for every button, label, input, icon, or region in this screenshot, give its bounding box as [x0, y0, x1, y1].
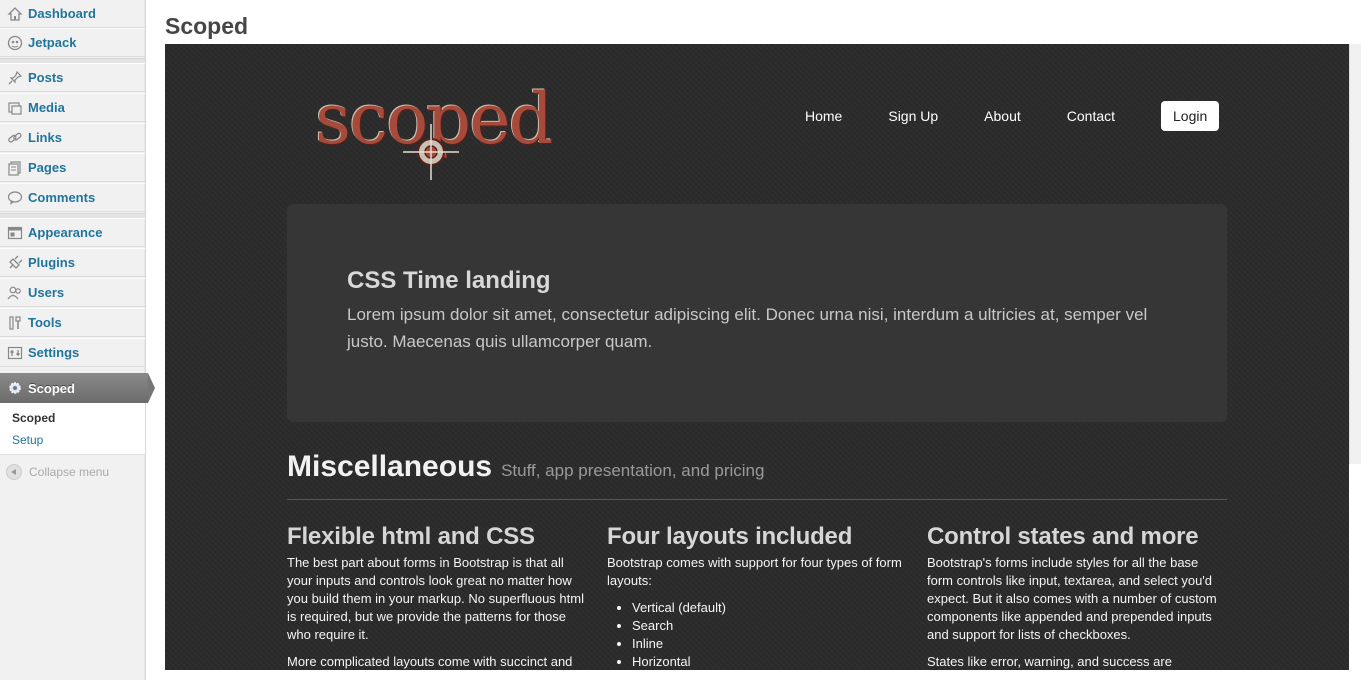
gear-icon — [7, 380, 23, 396]
menu-item-links[interactable]: Links — [0, 123, 145, 152]
users-icon — [7, 285, 23, 301]
menu-item-media[interactable]: Media — [0, 93, 145, 122]
menu-item-posts[interactable]: Posts — [0, 63, 145, 92]
submenu-item-scoped[interactable]: Scoped — [12, 411, 55, 425]
list-item: Horizontal — [632, 653, 907, 670]
submenu-item-setup[interactable]: Setup — [12, 433, 43, 447]
menu-label-pages: Pages — [28, 160, 67, 175]
pin-icon — [7, 70, 23, 86]
tools-icon — [7, 315, 23, 331]
nav-contact[interactable]: Contact — [1067, 108, 1115, 124]
column-text-2: States like error, warning, and success … — [927, 654, 1172, 669]
menu-label-plugins: Plugins — [28, 255, 75, 270]
nav-sign-up[interactable]: Sign Up — [888, 108, 938, 124]
layout-list: Vertical (default) Search Inline Horizon… — [632, 599, 907, 670]
settings-icon — [7, 345, 23, 361]
submenu-scoped: Scoped Setup — [0, 403, 145, 455]
column-title: Control states and more — [927, 523, 1199, 550]
collapse-menu-label: Collapse menu — [29, 465, 110, 479]
dashboard-icon — [7, 6, 23, 22]
jetpack-icon — [7, 35, 23, 51]
collapse-menu-button[interactable]: Collapse menu — [6, 464, 109, 480]
menu-label-settings: Settings — [28, 345, 80, 360]
link-icon — [7, 130, 23, 146]
crosshair-icon — [403, 124, 459, 180]
column-title: Four layouts included — [607, 523, 853, 550]
menu-label-media: Media — [28, 100, 65, 115]
media-icon — [7, 100, 23, 116]
hero-unit: CSS Time landing Lorem ipsum dolor sit a… — [287, 204, 1227, 422]
site-logo[interactable]: scoped — [315, 78, 585, 180]
section-heading: Miscellaneous Stuff, app presentation, a… — [287, 450, 1227, 500]
menu-label-appearance: Appearance — [28, 225, 103, 240]
menu-item-plugins[interactable]: Plugins — [0, 248, 145, 277]
menu-item-appearance[interactable]: Appearance — [0, 218, 145, 247]
menu-label-users: Users — [28, 285, 65, 300]
menu-item-dashboard[interactable]: Dashboard — [0, 0, 145, 28]
theme-preview: scoped Home Sign Up About Contact Login … — [165, 44, 1349, 670]
nav-home[interactable]: Home — [805, 108, 842, 124]
column-text-2: More complicated layouts come with succi… — [287, 654, 573, 669]
list-item: Vertical (default) — [632, 599, 907, 617]
menu-item-tools[interactable]: Tools — [0, 308, 145, 337]
appearance-icon — [7, 225, 23, 241]
login-button[interactable]: Login — [1161, 101, 1220, 131]
column-text: The best part about forms in Bootstrap i… — [287, 555, 584, 642]
hero-title: CSS Time landing — [347, 267, 551, 294]
menu-label-tools: Tools — [28, 315, 62, 330]
page-title: Scoped — [165, 13, 249, 39]
menu-label-dashboard: Dashboard — [28, 6, 96, 21]
section-title: Miscellaneous — [287, 450, 493, 483]
menu-label-comments: Comments — [28, 190, 96, 205]
menu-item-jetpack[interactable]: Jetpack — [0, 28, 145, 57]
nav-about[interactable]: About — [984, 108, 1021, 124]
menu-label-jetpack: Jetpack — [28, 35, 77, 50]
feature-column-layouts: Four layouts included Bootstrap comes wi… — [607, 522, 907, 670]
column-text: Bootstrap's forms include styles for all… — [927, 555, 1217, 642]
feature-column-flexible: Flexible html and CSS The best part abou… — [287, 522, 587, 670]
site-nav: Home Sign Up About Contact Login — [805, 101, 1220, 131]
menu-item-pages[interactable]: Pages — [0, 153, 145, 182]
admin-sidebar: Dashboard Jetpack Posts Media Links Page… — [0, 0, 155, 680]
pages-icon — [7, 160, 23, 176]
section-subtitle: Stuff, app presentation, and pricing — [501, 461, 765, 480]
feature-column-control-states: Control states and more Bootstrap's form… — [927, 522, 1227, 670]
menu-label-posts: Posts — [28, 70, 64, 85]
plugin-icon — [7, 255, 23, 271]
list-item: Inline — [632, 635, 907, 653]
menu-item-users[interactable]: Users — [0, 278, 145, 307]
menu-item-scoped-current[interactable]: Scoped — [0, 373, 155, 403]
preview-scrollbar[interactable] — [1349, 44, 1361, 464]
menu-item-comments[interactable]: Comments — [0, 183, 145, 212]
menu-item-settings[interactable]: Settings — [0, 338, 145, 367]
menu-label-scoped: Scoped — [28, 380, 75, 396]
collapse-arrow-icon — [6, 464, 22, 480]
menu-label-links: Links — [28, 130, 62, 145]
list-item: Search — [632, 617, 907, 635]
column-title: Flexible html and CSS — [287, 523, 535, 550]
comment-icon — [7, 190, 23, 206]
column-text: Bootstrap comes with support for four ty… — [607, 555, 902, 588]
hero-text: Lorem ipsum dolor sit amet, consectetur … — [347, 305, 1148, 351]
